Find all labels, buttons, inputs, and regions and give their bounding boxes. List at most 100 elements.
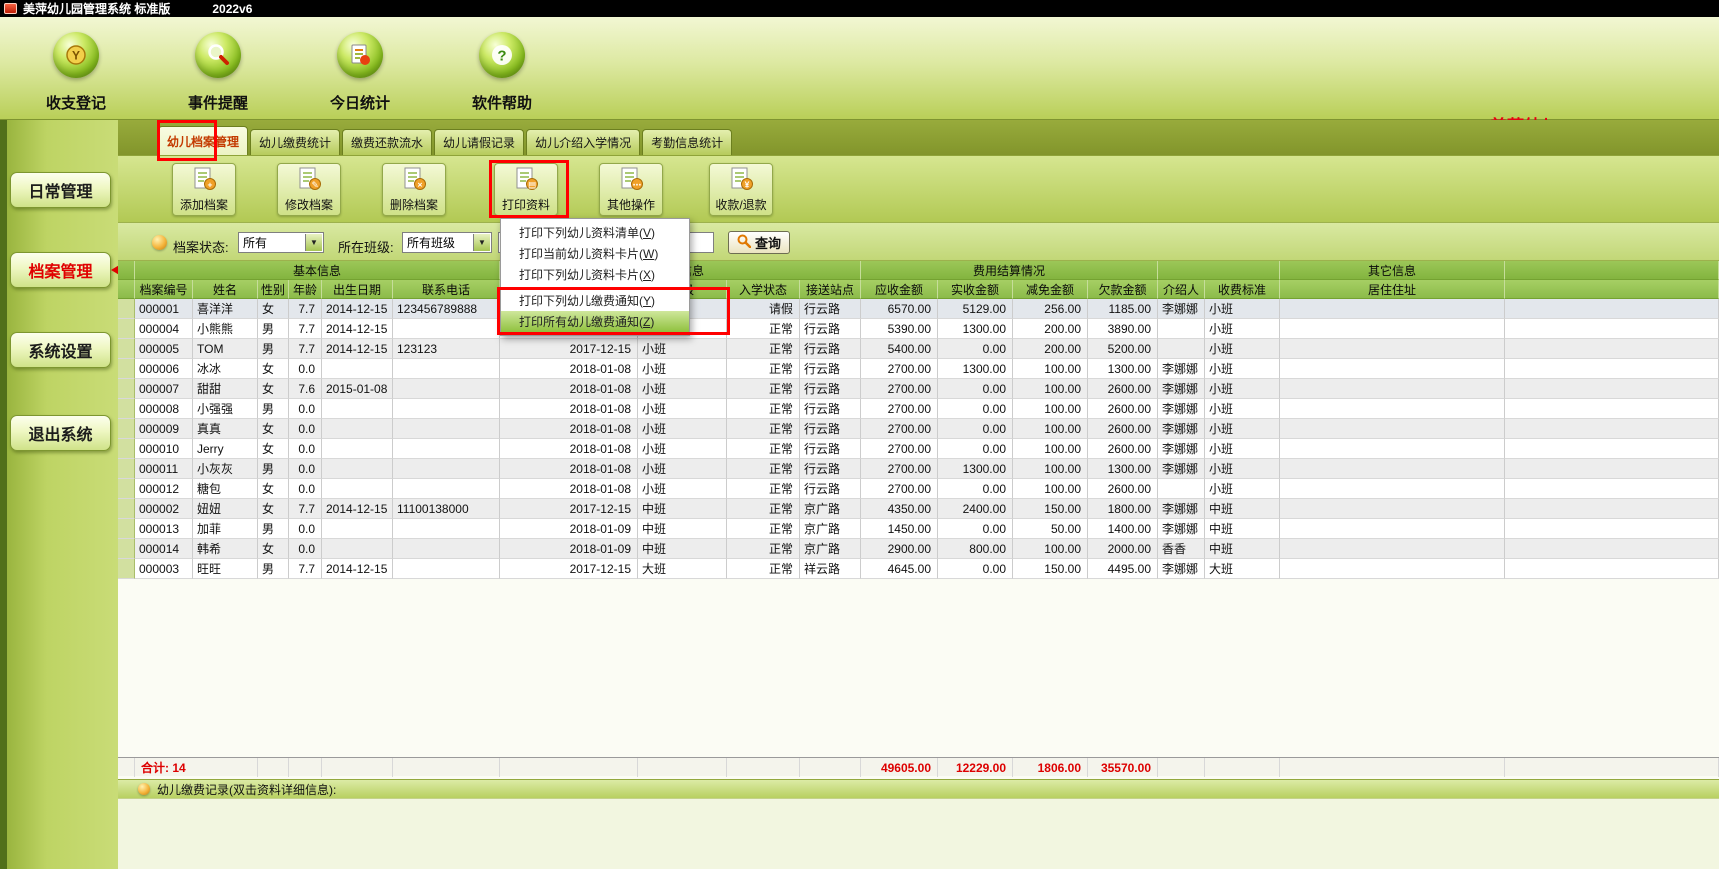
column-header-4[interactable]: 年龄	[289, 280, 322, 299]
cell: 2600.00	[1088, 379, 1158, 399]
column-header-2[interactable]: 姓名	[193, 280, 258, 299]
sidebar-item-2[interactable]: 档案管理	[10, 252, 111, 288]
sidebar-item-3[interactable]: 系统设置	[10, 332, 111, 368]
menu-item-5[interactable]: 打印所有幼儿缴费通知(Z)	[501, 311, 689, 332]
cell: 正常	[727, 439, 800, 459]
cell: 0.00	[938, 479, 1013, 499]
row-gutter-cell	[118, 339, 135, 359]
cell: 男	[258, 559, 289, 579]
group-header: 费用结算情况	[861, 261, 1158, 280]
edit-record-icon: ✎	[296, 167, 322, 194]
table-row[interactable]: 000004小熊熊男7.72014-12-152017-12-15小班正常行云路…	[118, 319, 1719, 339]
svg-text:×: ×	[418, 179, 423, 189]
cell: 行云路	[800, 419, 861, 439]
class-filter-combo[interactable]: 所有班级 ▼	[402, 232, 492, 253]
toolbar-button-4[interactable]: ▤打印资料	[494, 163, 558, 216]
cell: 李娜娜	[1158, 499, 1205, 519]
table-row[interactable]: 000008小强强男0.02018-01-08小班正常行云路2700.000.0…	[118, 399, 1719, 419]
totals-value: 12229.00	[938, 758, 1013, 777]
column-header-10[interactable]: 接送站点	[800, 280, 861, 299]
cell: 行云路	[800, 439, 861, 459]
table-row[interactable]: 000011小灰灰男0.02018-01-08小班正常行云路2700.00130…	[118, 459, 1719, 479]
table-row[interactable]: 000012糖包女0.02018-01-08小班正常行云路2700.000.00…	[118, 479, 1719, 499]
column-header-15[interactable]: 介绍人	[1158, 280, 1205, 299]
query-button[interactable]: 查询	[728, 231, 790, 254]
sidebar-item-1[interactable]: 日常管理	[10, 172, 111, 208]
cell: 2900.00	[861, 539, 938, 559]
column-header-9[interactable]: 入学状态	[727, 280, 800, 299]
table-row[interactable]: 000014韩希女0.02018-01-09中班正常京广路2900.00800.…	[118, 539, 1719, 559]
menu-item-1[interactable]: 打印下列幼儿资料清单(V)	[501, 222, 689, 243]
toolbar-button-1[interactable]: +添加档案	[172, 163, 236, 216]
cell: 2600.00	[1088, 399, 1158, 419]
column-header-17[interactable]: 居住住址	[1280, 280, 1505, 299]
toolbar-button-3[interactable]: ×删除档案	[382, 163, 446, 216]
cell: 正常	[727, 359, 800, 379]
column-header-14[interactable]: 欠款金额	[1088, 280, 1158, 299]
tab-4[interactable]: 幼儿请假记录	[434, 129, 524, 155]
cell: 150.00	[1013, 559, 1088, 579]
cell	[393, 559, 500, 579]
column-header-13[interactable]: 减免金额	[1013, 280, 1088, 299]
table-row[interactable]: 000001喜洋洋女7.72014-12-151234567898882017-…	[118, 299, 1719, 319]
column-header-16[interactable]: 收费标准	[1205, 280, 1280, 299]
column-header-5[interactable]: 出生日期	[322, 280, 393, 299]
table-row[interactable]: 000009真真女0.02018-01-08小班正常行云路2700.000.00…	[118, 419, 1719, 439]
table-row[interactable]: 000006冰冰女0.02018-01-08小班正常行云路2700.001300…	[118, 359, 1719, 379]
chevron-down-icon[interactable]: ▼	[305, 234, 322, 251]
cell	[1280, 319, 1505, 339]
table-row[interactable]: 000002妞妞女7.72014-12-15111001380002017-12…	[118, 499, 1719, 519]
cell: 7.7	[289, 319, 322, 339]
cell: 男	[258, 339, 289, 359]
toolbar-button-6[interactable]: ¥收款/退款	[709, 163, 773, 216]
menu-item-2[interactable]: 打印当前幼儿资料卡片(W)	[501, 243, 689, 264]
tab-6[interactable]: 考勤信息统计	[642, 129, 732, 155]
cell: 小班	[1205, 359, 1280, 379]
column-header-1[interactable]: 档案编号	[135, 280, 193, 299]
tab-3[interactable]: 缴费还款流水	[342, 129, 432, 155]
cell: 2700.00	[861, 419, 938, 439]
table-row[interactable]: 000013加菲男0.02018-01-09中班正常京广路1450.000.00…	[118, 519, 1719, 539]
cell-filler	[1505, 559, 1719, 579]
row-gutter-cell	[118, 439, 135, 459]
tabs: 幼儿档案管理幼儿缴费统计缴费还款流水幼儿请假记录幼儿介绍入学情况考勤信息统计	[158, 126, 734, 155]
cell: 2018-01-08	[500, 459, 638, 479]
table-row[interactable]: 000007甜甜女7.62015-01-082018-01-08小班正常行云路2…	[118, 379, 1719, 399]
cell: 行云路	[800, 379, 861, 399]
top-button-3[interactable]: 今日统计	[312, 32, 408, 113]
tab-5[interactable]: 幼儿介绍入学情况	[526, 129, 640, 155]
table-row[interactable]: 000003旺旺男7.72014-12-152017-12-15大班正常祥云路4…	[118, 559, 1719, 579]
toolbar-button-2[interactable]: ✎修改档案	[277, 163, 341, 216]
tab-2[interactable]: 幼儿缴费统计	[250, 129, 340, 155]
cell: 000006	[135, 359, 193, 379]
app-window: 美萍幼儿园管理系统 标准版 2022v6 Y收支登记事件提醒今日统计?软件帮助 …	[0, 0, 1719, 869]
cell: 200.00	[1013, 319, 1088, 339]
top-button-2[interactable]: 事件提醒	[170, 32, 266, 113]
status-filter-combo[interactable]: 所有 ▼	[238, 232, 324, 253]
cell: 小熊熊	[193, 319, 258, 339]
column-header-filler	[1505, 280, 1719, 299]
tab-1[interactable]: 幼儿档案管理	[158, 126, 248, 155]
cell: 京广路	[800, 539, 861, 559]
cell: 中班	[1205, 519, 1280, 539]
menu-item-4[interactable]: 打印下列幼儿缴费通知(Y)	[501, 290, 689, 311]
cell: 正常	[727, 339, 800, 359]
top-button-label: 软件帮助	[472, 92, 532, 113]
table-row[interactable]: 000010Jerry女0.02018-01-08小班正常行云路2700.000…	[118, 439, 1719, 459]
toolbar-button-5[interactable]: ⋯其他操作	[599, 163, 663, 216]
column-header-6[interactable]: 联系电话	[393, 280, 500, 299]
column-header-12[interactable]: 实收金额	[938, 280, 1013, 299]
table-row[interactable]: 000005TOM男7.72014-12-151231232017-12-15小…	[118, 339, 1719, 359]
sidebar-item-4[interactable]: 退出系统	[10, 415, 111, 451]
column-header-3[interactable]: 性别	[258, 280, 289, 299]
cell: 4495.00	[1088, 559, 1158, 579]
column-header-11[interactable]: 应收金额	[861, 280, 938, 299]
top-button-4[interactable]: ?软件帮助	[454, 32, 550, 113]
cell: 女	[258, 479, 289, 499]
footer-ball-icon	[138, 783, 150, 795]
top-button-1[interactable]: Y收支登记	[28, 32, 124, 113]
cell	[393, 359, 500, 379]
menu-item-3[interactable]: 打印下列幼儿资料卡片(X)	[501, 264, 689, 285]
today-stats-icon	[337, 32, 383, 78]
chevron-down-icon[interactable]: ▼	[473, 234, 490, 251]
